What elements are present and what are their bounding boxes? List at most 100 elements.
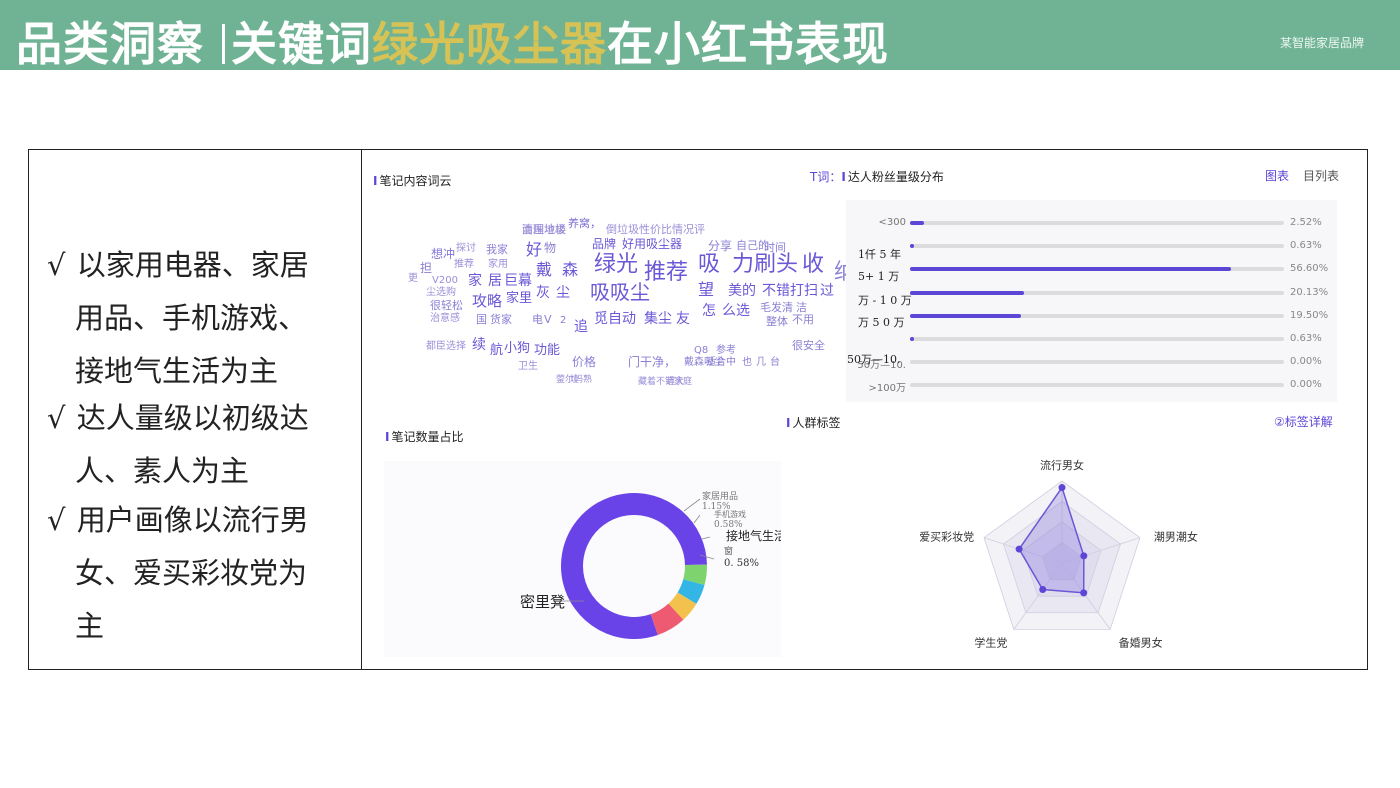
wordcloud-word: 灰 [536, 285, 550, 301]
point-line: 接地气生活为主 [75, 354, 279, 388]
wordcloud-word: 觅 [594, 311, 608, 327]
notes-donut-chart: 家居用品1.15%手机游戏0.58%接地气生活窗0. 58%密里凳 [520, 490, 786, 639]
wordcloud-word: 追 [574, 319, 588, 335]
wordcloud-word: 好 [526, 240, 543, 259]
radar-label: 备婚男女 [1119, 636, 1163, 650]
wordcloud-word: 倒垃圾性价比情况评 [606, 223, 705, 236]
wordcloud-word: 卫生 [518, 361, 538, 372]
title-marker: I [385, 430, 390, 444]
wordcloud-word: 吸 [590, 280, 610, 304]
check-mark: √ [47, 503, 66, 537]
wordcloud-word: 价格 [572, 355, 597, 369]
fans-bar-track [910, 267, 1284, 272]
radar-point [1015, 545, 1023, 553]
fans-row-label: >100万 [868, 383, 906, 395]
wordcloud-word: 几 [756, 357, 766, 368]
wordcloud-word: 续 [472, 337, 486, 353]
wordcloud-word: 不错 [762, 283, 790, 299]
fans-bar-percent: 0.63% [1290, 333, 1322, 344]
point-line: 主 [75, 609, 105, 643]
brand-label: 某智能家居品牌 [1279, 36, 1364, 50]
fans-row: 300--1千0.63% [846, 240, 1337, 253]
fans-row: >100万 0.00% [846, 379, 1337, 395]
persona-title-text: 人群标签 [792, 416, 841, 430]
wordcloud-word: 尘选购 [426, 287, 456, 298]
point-line: 用户画像以流行男 [76, 503, 309, 537]
persona-radar-panel: 流行男女 潮男潮女 备婚男女 学生党 爱买彩妆党 [919, 455, 1210, 655]
donut-label: 家居用品 [702, 490, 738, 502]
wordcloud-word: 毛发清 [760, 301, 793, 314]
title-part3: 在小红书表现 [607, 17, 889, 71]
notes-title-text: 笔记数量占比 [391, 430, 464, 444]
wordcloud-title-text: 笔记内容词云 [379, 174, 452, 188]
fans-bar-fill [910, 244, 914, 249]
fans-bar-percent: 0.00% [1290, 379, 1322, 391]
wordcloud-word: 家 [468, 273, 482, 289]
wordcloud-word: 品牌 [592, 237, 617, 251]
wordcloud-word: V [544, 313, 552, 326]
tab-list[interactable]: 目列表 [1303, 167, 1339, 184]
wordcloud-word: 吸 [698, 252, 721, 277]
donut-slice [683, 564, 707, 585]
wordcloud-word: 自动 [608, 311, 636, 327]
wordcloud-word: 货家 [490, 313, 512, 326]
wordcloud-word: 中 [726, 357, 736, 368]
radar-label: 学生党 [974, 636, 1007, 650]
donut-slice [668, 592, 697, 620]
wordcloud-word: 尘 [556, 285, 570, 301]
point-line: 女、爱买彩妆党为 [75, 556, 308, 590]
donut-label: 密里凳 [520, 593, 565, 611]
fans-bar-fill [910, 313, 1021, 318]
wordcloud-word: 电 [532, 313, 543, 326]
wordcloud-word: 家里 [506, 291, 533, 306]
wordcloud-word: 更 [408, 273, 418, 284]
donut-leader-line [693, 514, 701, 524]
wordcloud-word: 功能 [534, 343, 561, 358]
title-marker: I [841, 170, 846, 184]
summary-point-2: √ 达人量级以初级达 人、素人为主 [47, 392, 309, 498]
wordcloud-word: V200 [432, 275, 458, 286]
wordcloud-word: 友 [676, 311, 690, 327]
fans-bar-track [910, 313, 1284, 318]
fans-row: 万 50万0.63% [846, 333, 1337, 346]
wordcloud-word: 刷头 [754, 252, 799, 277]
fans-bar-fill [910, 267, 1231, 272]
donut-leader-line [701, 536, 711, 540]
radar-label: 流行男女 [1040, 458, 1084, 472]
wordcloud-word: 小狗 [504, 341, 531, 356]
persona-radar-chart: 流行男女潮男潮女备婚男女 学生党 爱买彩妆党 [919, 458, 1198, 650]
point-line: 人、素人为主 [75, 454, 250, 488]
donut-label: 0. 58% [724, 558, 759, 569]
title-part2: 关键词 [231, 17, 372, 71]
fans-bar-track [910, 290, 1284, 295]
tag-detail-link[interactable]: ②标签详解 [1274, 413, 1333, 430]
fans-overlay-label: 50万—10. [847, 353, 901, 366]
wordcloud-word: 好用吸尘器 [622, 237, 683, 251]
fans-bar-track [910, 360, 1284, 365]
wordcloud-word: 2 [560, 315, 567, 326]
wordcloud-word: 家用 [488, 259, 508, 270]
wordcloud-word: 打扫 [790, 283, 818, 299]
point-line: 用品、手机游戏、 [75, 301, 308, 335]
wordcloud-word: 门干净， [628, 355, 677, 369]
wordcloud-word: 很安全 [792, 339, 825, 352]
wordcloud-word: 整体 [766, 315, 788, 328]
check-mark: √ [47, 401, 66, 435]
donut-leader-line [683, 498, 701, 512]
check-mark: √ [47, 248, 66, 282]
fans-row: 万 - 10万19.50% [846, 310, 1337, 323]
tab-chart[interactable]: 图表 [1265, 167, 1289, 184]
wordcloud-word: 攻略 [472, 292, 503, 310]
fans-row: 1千 5 年56.60% [846, 263, 1337, 276]
wordcloud-word: 怎 [702, 303, 716, 319]
radar-label: 潮男潮女 [1154, 529, 1198, 543]
fans-bar-fill [910, 221, 925, 225]
header-bar: 品类洞察 关键词绿光吸尘器在小红书表现 某智能家居品牌 [0, 0, 1400, 71]
wordcloud-word: 吸尘 [610, 280, 650, 304]
fans-distribution-chart: <3002.52%300--1千0.63%1千 5 年56.60%5+ 1 万2… [846, 200, 1337, 402]
donut-slice [650, 603, 684, 635]
wordcloud-word: 物 [544, 241, 557, 255]
wordcloud-word: 超大 [666, 377, 685, 387]
wordcloud-word: Q8 [694, 345, 709, 356]
notes-donut-panel: 家居用品 1.15% 手机游戏 0.58% 接地气生活窗 0. 58% 密里凳 [384, 461, 786, 657]
